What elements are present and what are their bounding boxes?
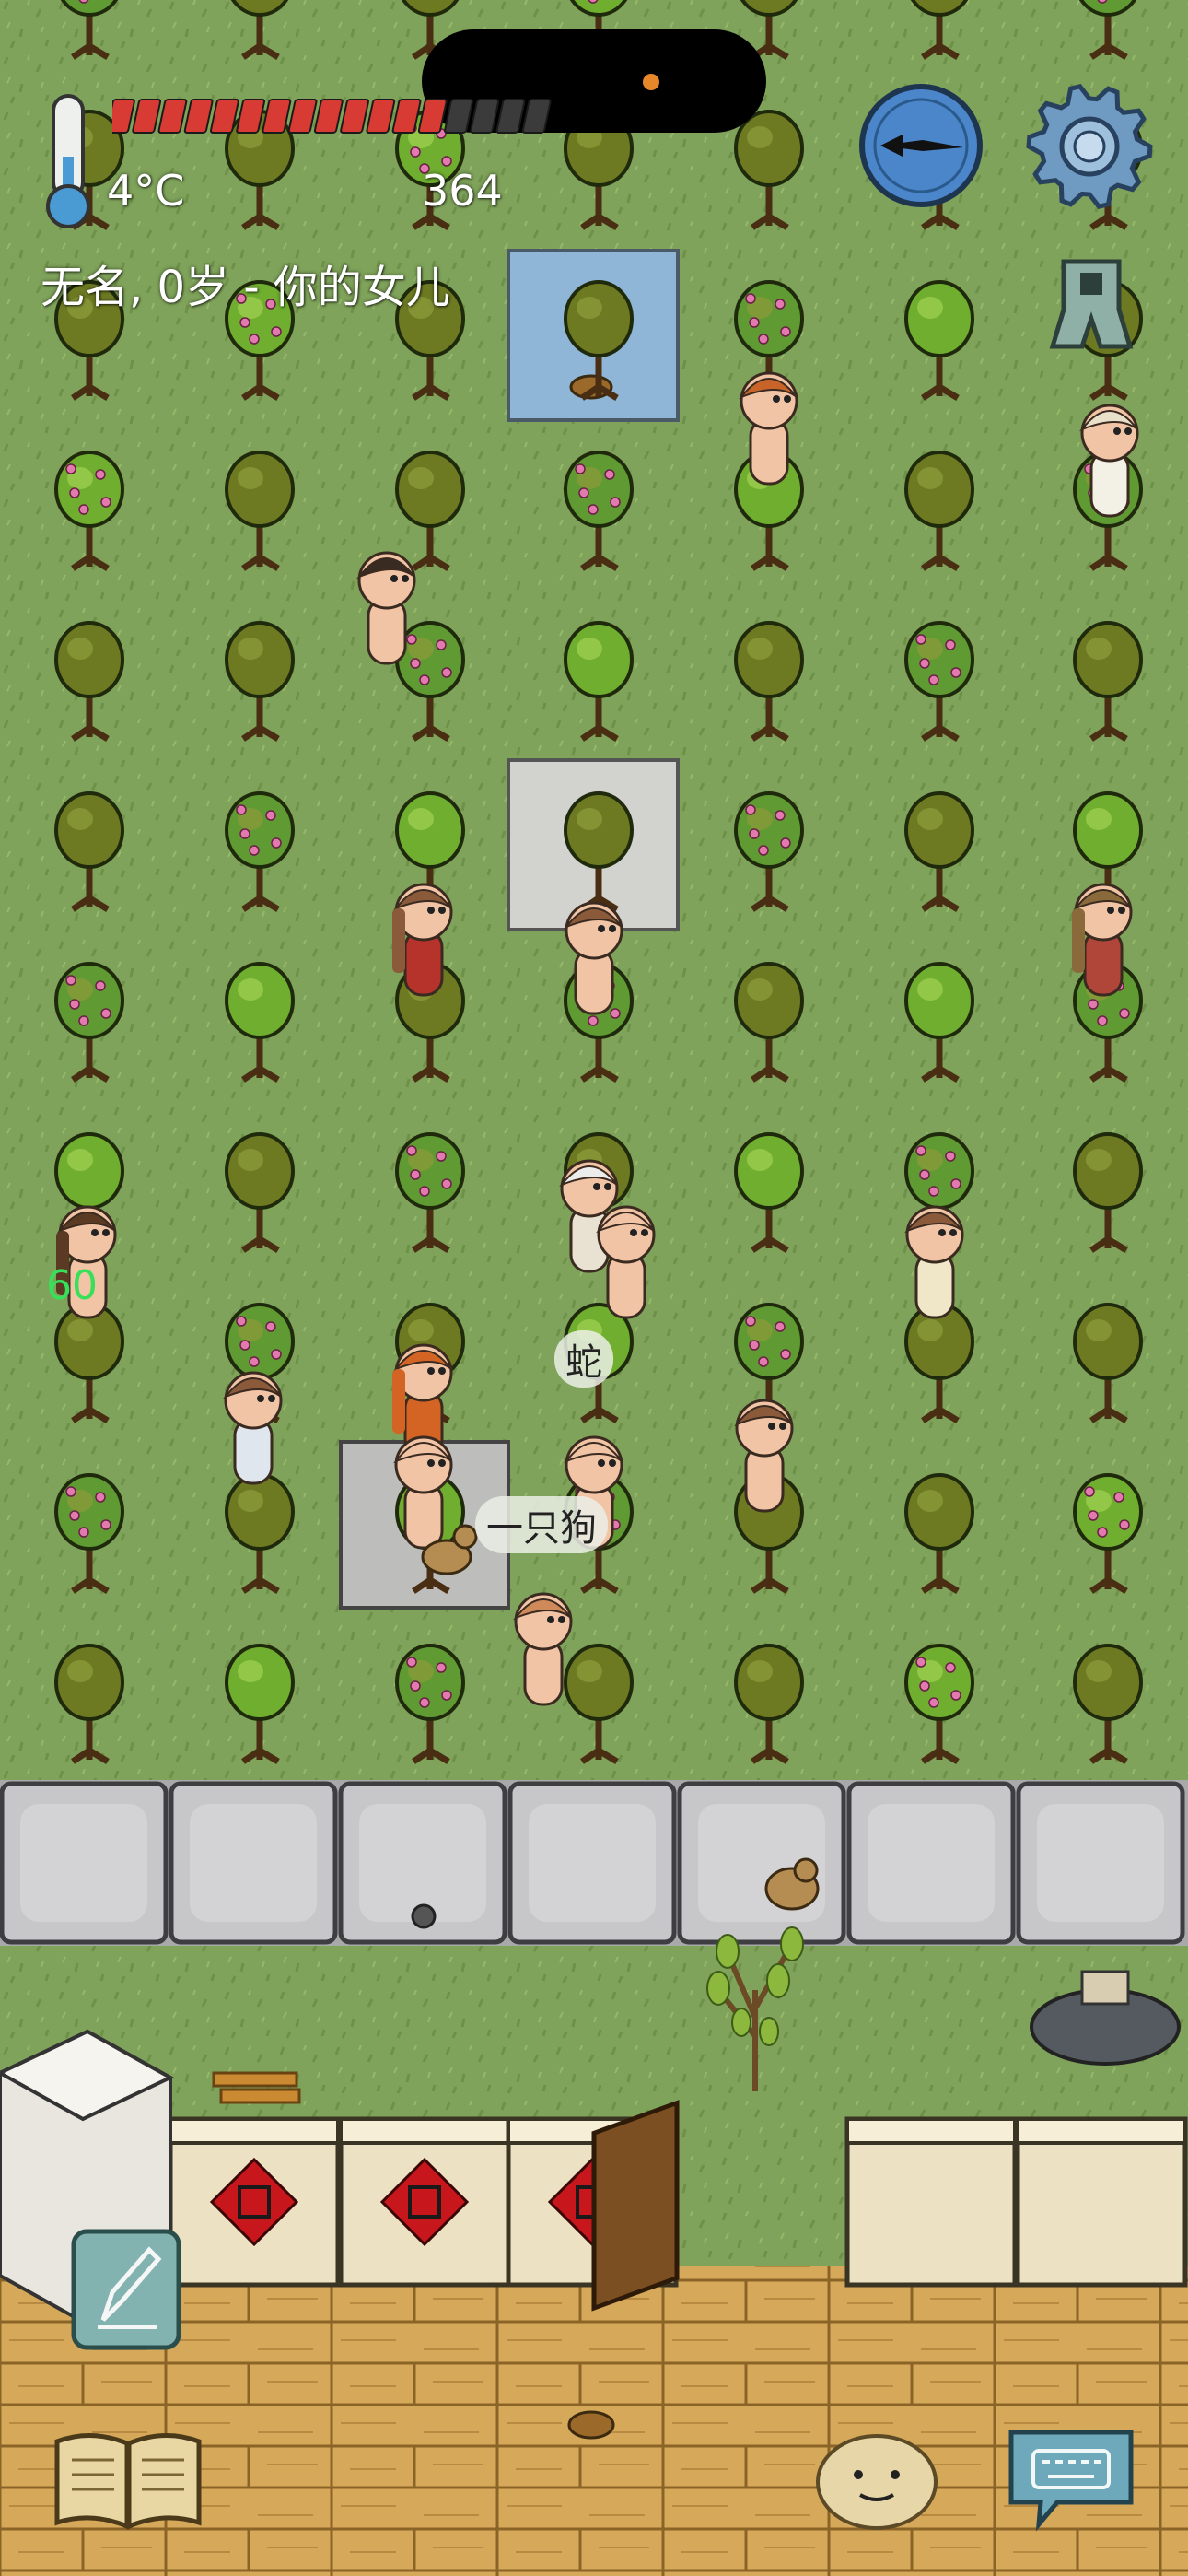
plaster-wall[interactable] [844,2116,1018,2288]
camera-dot [643,74,659,90]
food-pip-filled [262,99,292,134]
dog-label: 一只狗 [475,1496,608,1553]
food-meter [106,96,554,136]
snake-label: 蛇 [554,1330,613,1388]
plaster-wall[interactable] [1015,2116,1188,2288]
book-icon[interactable] [50,2423,206,2534]
basket[interactable] [567,2410,615,2440]
food-pip-filled [340,99,369,134]
food-pip-filled [157,99,188,134]
food-pip-filled [183,99,214,134]
wooden-door[interactable] [591,2100,680,2312]
yum-counter: 364 [422,166,503,216]
small-rock[interactable] [411,1903,437,1929]
food-pip-filled [106,99,135,134]
food-pip-filled [209,99,239,134]
keyboard-icon[interactable] [1002,2423,1140,2534]
food-pip-empty [495,99,526,134]
thermometer-icon [41,92,96,230]
food-pip-empty [521,99,552,134]
age-number: 60 [46,1262,98,1309]
food-pip-filled [236,99,266,134]
pencil-icon[interactable] [70,2228,182,2351]
food-pip-filled [391,99,422,134]
game-world[interactable] [0,0,1188,2576]
food-pip-filled [417,99,448,134]
food-pip-filled [313,99,344,134]
temperature-readout: 4°C [107,166,185,216]
food-pip-filled [287,99,318,134]
stone-wall-row[interactable] [0,1780,1188,1946]
food-pip-empty [470,99,500,134]
player-identity: 无名, 0岁 - 你的女儿 [41,262,450,313]
compass-icon[interactable] [856,81,985,210]
food-pip-empty [444,99,473,134]
ancient-coin-icon[interactable] [1045,254,1137,369]
plaster-wall[interactable] [168,2116,341,2288]
emote-face-icon[interactable] [814,2430,939,2534]
gear-icon[interactable] [1022,79,1157,214]
food-pip-filled [132,99,162,134]
food-pip-filled [366,99,396,134]
plaster-wall[interactable] [338,2116,511,2288]
